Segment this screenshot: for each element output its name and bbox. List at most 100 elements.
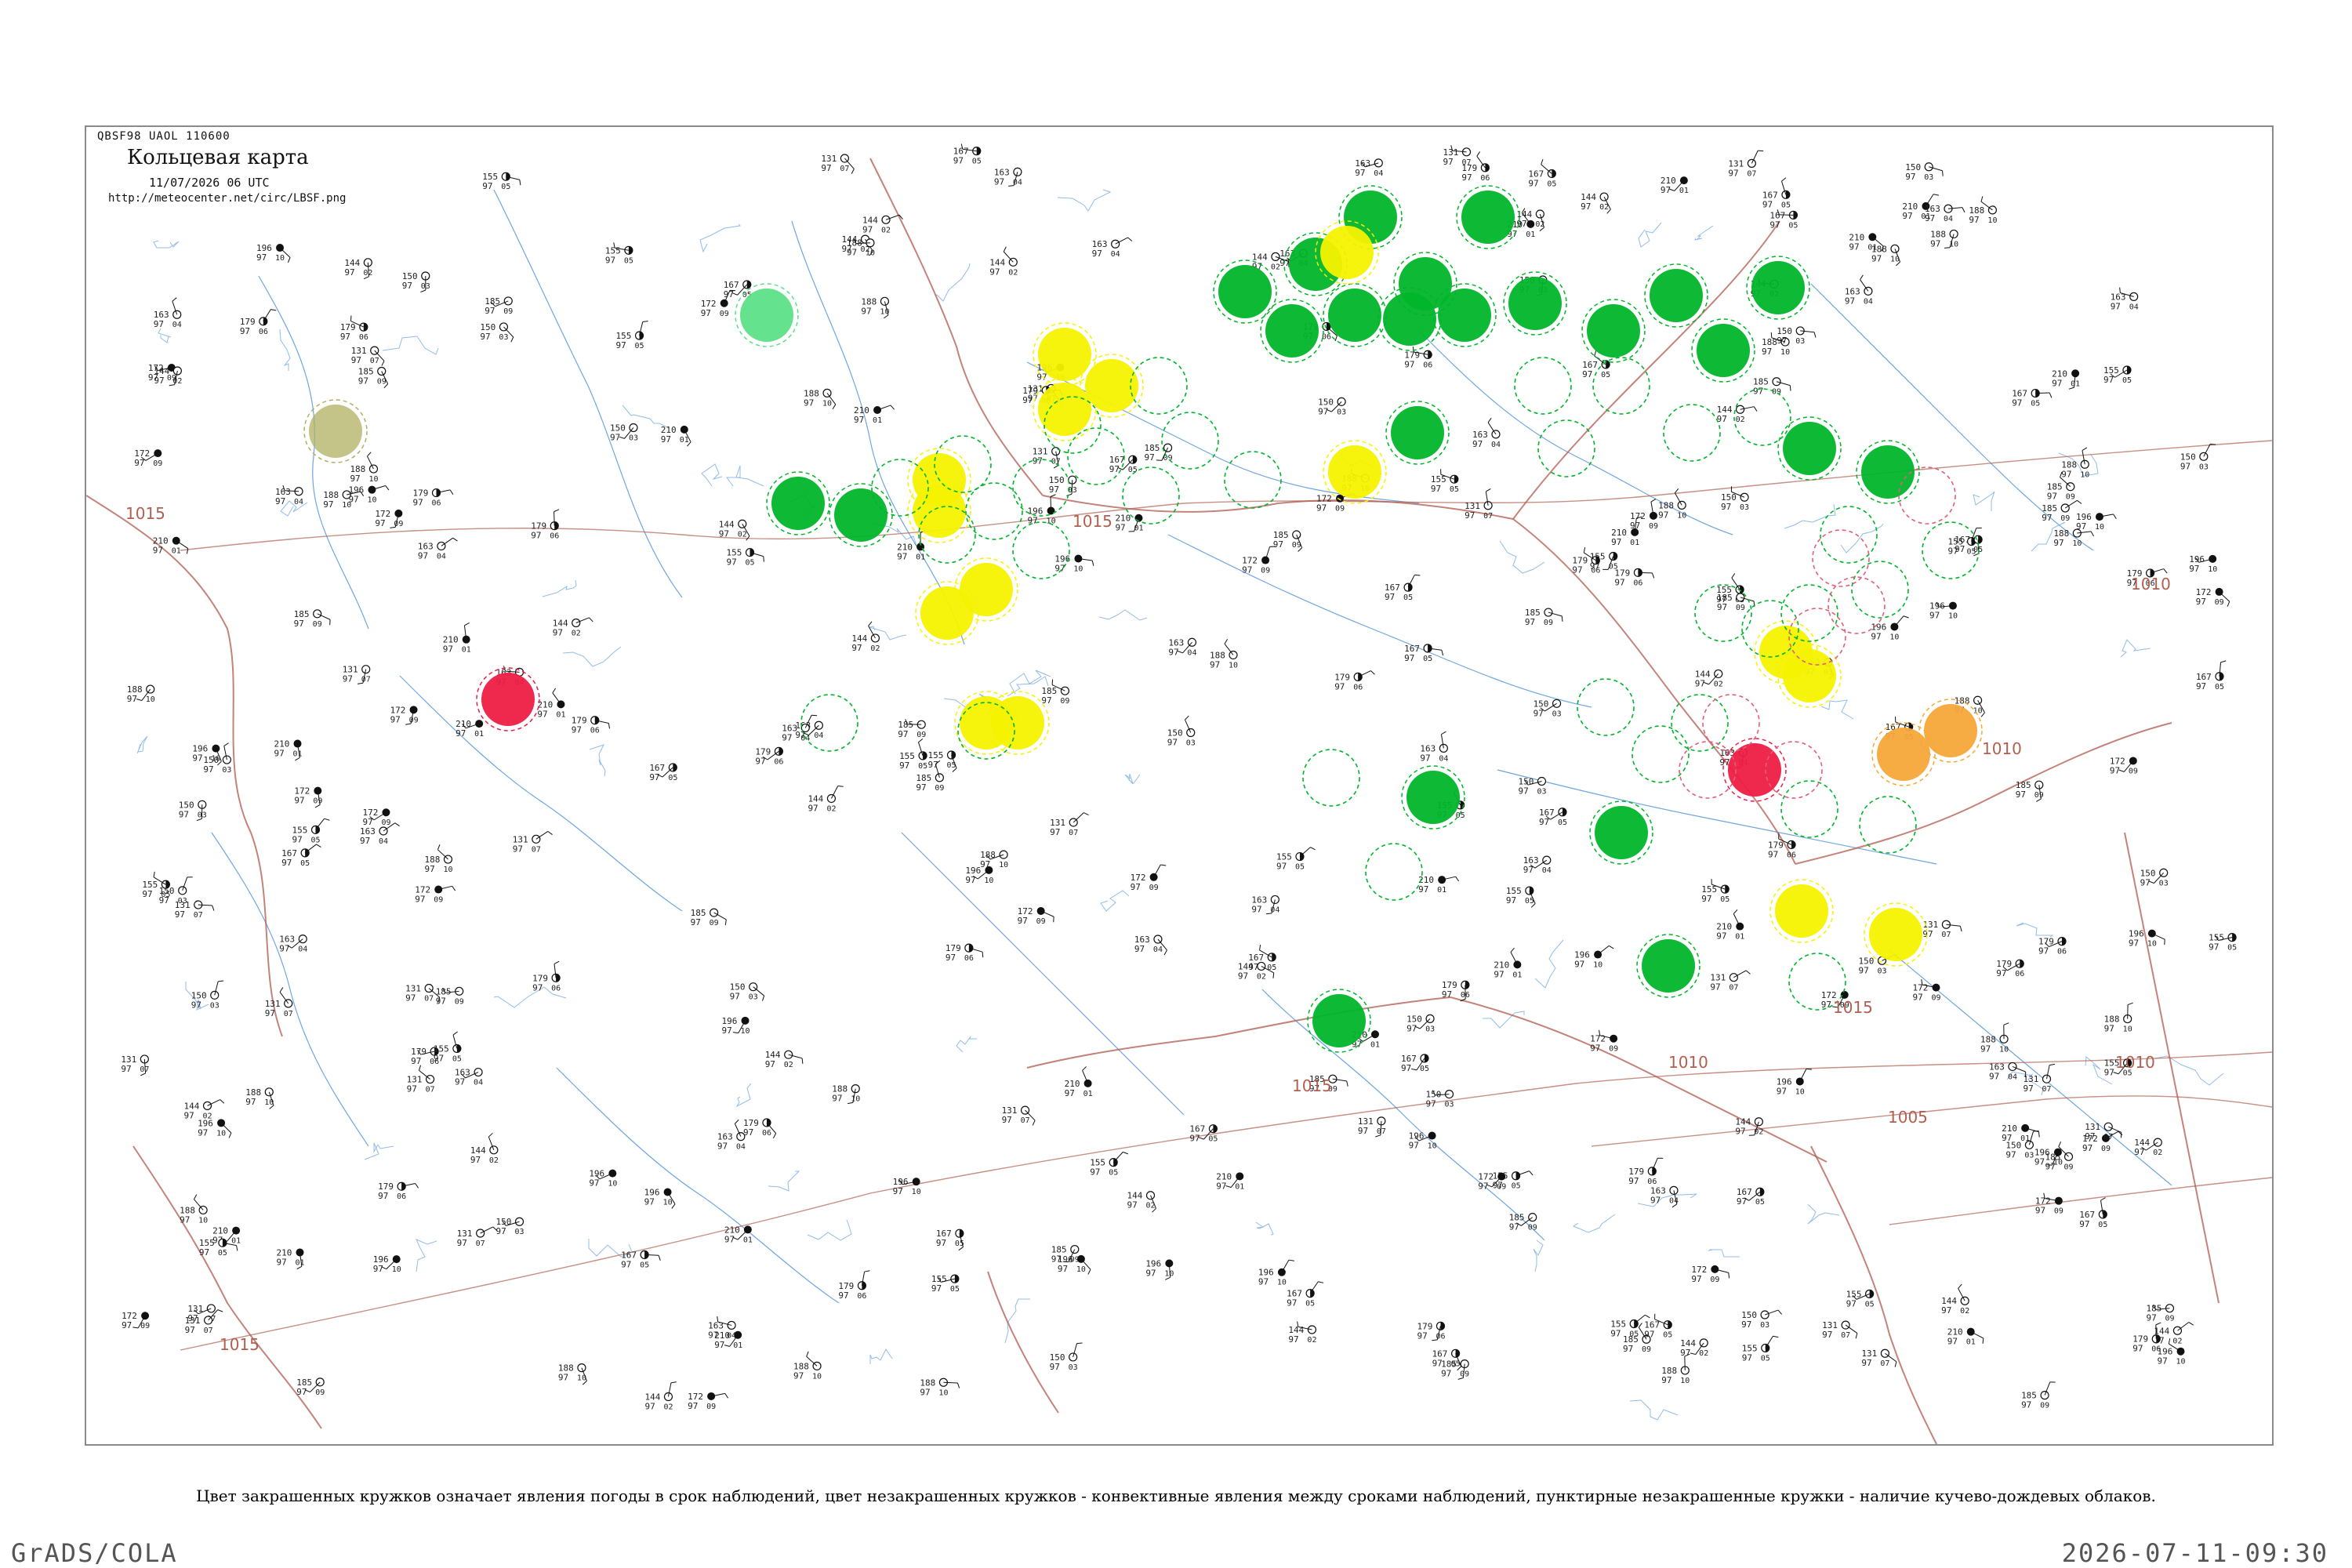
station-plot: 1509703 <box>1406 1014 1435 1033</box>
map-url[interactable]: http://meteocenter.net/circ/LBSF.png <box>108 192 346 205</box>
station-pressure: 97 <box>2110 765 2120 775</box>
station-pressure: 97 <box>1922 929 1933 939</box>
station-value: 05 <box>1208 1135 1218 1144</box>
station-plot: 1799706 <box>755 746 783 766</box>
station-value: 09 <box>1710 1276 1719 1284</box>
station-plot: 1319707 <box>1002 1105 1036 1126</box>
station-value: 07 <box>1069 829 1078 837</box>
station-value: 03 <box>1425 1025 1435 1033</box>
station-value: 09 <box>434 896 443 905</box>
station-plot: 1969710 <box>2189 554 2217 574</box>
station-pressure: 97 <box>1735 1127 1745 1137</box>
station-value: 10 <box>1999 1045 2009 1054</box>
station-plot: 1729709 <box>1590 1029 1618 1054</box>
station-pressure: 97 <box>1716 931 1726 942</box>
station-pressure: 97 <box>1845 296 1855 306</box>
station-plot: 1449702 <box>184 1099 225 1120</box>
station-pressure: 97 <box>413 498 423 508</box>
station-pressure: 97 <box>199 1247 209 1258</box>
station-pressure: 97 <box>899 760 909 771</box>
station-pressure: 97 <box>122 1320 132 1330</box>
station-pressure: 97 <box>832 1094 842 1104</box>
station-pressure: 97 <box>1033 456 1043 466</box>
station-value: 04 <box>298 946 307 954</box>
station-value: 05 <box>2098 1221 2107 1229</box>
station-plot: 1319707 <box>1861 1348 1897 1368</box>
station-value: 09 <box>1261 567 1270 575</box>
station-value: 01 <box>1630 539 1639 547</box>
station-pressure: 97 <box>1623 1344 1633 1354</box>
weather-circle <box>1265 304 1319 358</box>
station-pressure: 97 <box>1658 510 1668 520</box>
station-value: 05 <box>501 183 510 191</box>
station-pressure: 97 <box>1590 1044 1600 1054</box>
wind-barb <box>554 511 555 526</box>
station-pressure: 97 <box>1134 944 1145 954</box>
station-value: 10 <box>938 1388 948 1397</box>
station-pressure: 97 <box>153 546 163 556</box>
wind-barb <box>1112 1152 1123 1163</box>
station-plot: 1729709 <box>1242 546 1276 575</box>
station-plot: 2109701 <box>1716 909 1744 942</box>
station-plot: 18597 09 <box>1273 530 1303 552</box>
station-value: 09 <box>455 997 464 1006</box>
station-value: 07 <box>2103 1133 2113 1142</box>
station-pressure: 97 <box>2061 469 2071 479</box>
station-value: 07 <box>1729 984 1738 993</box>
station-plot: 1679705 <box>1385 574 1421 602</box>
station-value: 07 <box>194 911 203 920</box>
station-pressure: 97 <box>456 728 466 739</box>
station-plot: 1679705 <box>1528 158 1556 188</box>
station-plot: 1319707 <box>343 665 371 684</box>
station-value: 10 <box>2176 1358 2186 1367</box>
station-plot: 1559705 <box>605 242 633 265</box>
station-plot: 2109701 <box>456 719 484 739</box>
station-plot: 1559705 <box>1276 847 1316 872</box>
station-value: 09 <box>935 784 944 793</box>
station-pressure: 97 <box>496 1226 506 1236</box>
station-value: 09 <box>2215 598 2224 607</box>
station-value: 05 <box>1420 1065 1429 1073</box>
station-pressure: 97 <box>275 496 285 506</box>
footer-timestamp: 2026-07-11-09:30 <box>2061 1538 2328 1568</box>
station-plot: 1509703 <box>191 980 224 1010</box>
station-pressure: 97 <box>1287 1298 1297 1308</box>
station-pressure: 97 <box>1251 904 1261 914</box>
station-value: 10 <box>146 695 155 704</box>
station-pressure: 97 <box>2024 1083 2034 1094</box>
station-value: 10 <box>1948 612 1958 621</box>
station-value: 06 <box>1787 851 1796 859</box>
station-plot: 1679705 <box>1401 1054 1429 1073</box>
station-value: 05 <box>1755 1198 1765 1207</box>
station-value: 03 <box>2024 1151 2034 1160</box>
station-plot: 1799706 <box>532 960 561 993</box>
station-pressure: 97 <box>920 1387 930 1397</box>
wind-barb <box>1073 812 1084 823</box>
station-pressure: 97 <box>192 753 202 764</box>
station-marker <box>2060 503 2070 513</box>
station-pressure: 97 <box>1050 827 1060 837</box>
station-plot: 1319707 <box>1465 488 1493 521</box>
station-plot: 1559705 <box>2209 933 2237 953</box>
station-value: 09 <box>720 310 729 318</box>
station-plot: 1639704 <box>1845 274 1873 306</box>
station-value: 07 <box>424 995 434 1004</box>
station-pressure: 97 <box>256 252 267 263</box>
station-value: 02 <box>1271 263 1280 271</box>
station-pressure: 97 <box>854 415 864 425</box>
station-plot: 18597 09 <box>358 366 389 389</box>
station-plot: 1559705 <box>142 871 170 899</box>
station-pressure: 97 <box>240 326 250 336</box>
station-marker <box>870 633 880 643</box>
station-pressure: 97 <box>1216 1181 1226 1191</box>
station-plot: 1509703 <box>1049 475 1077 496</box>
station-plot: 1509703 <box>1167 715 1196 747</box>
station-pressure: 97 <box>1929 611 1940 621</box>
station-value: 03 <box>499 333 508 342</box>
station-value: 10 <box>2095 523 2104 532</box>
station-pressure: 97 <box>1777 1086 1787 1096</box>
station-plot: 1319707 <box>1822 1320 1858 1340</box>
station-plot: 1969710 <box>722 1016 750 1036</box>
station-plot: 1639704 <box>1925 204 1965 223</box>
station-pressure: 97 <box>2146 1313 2156 1323</box>
